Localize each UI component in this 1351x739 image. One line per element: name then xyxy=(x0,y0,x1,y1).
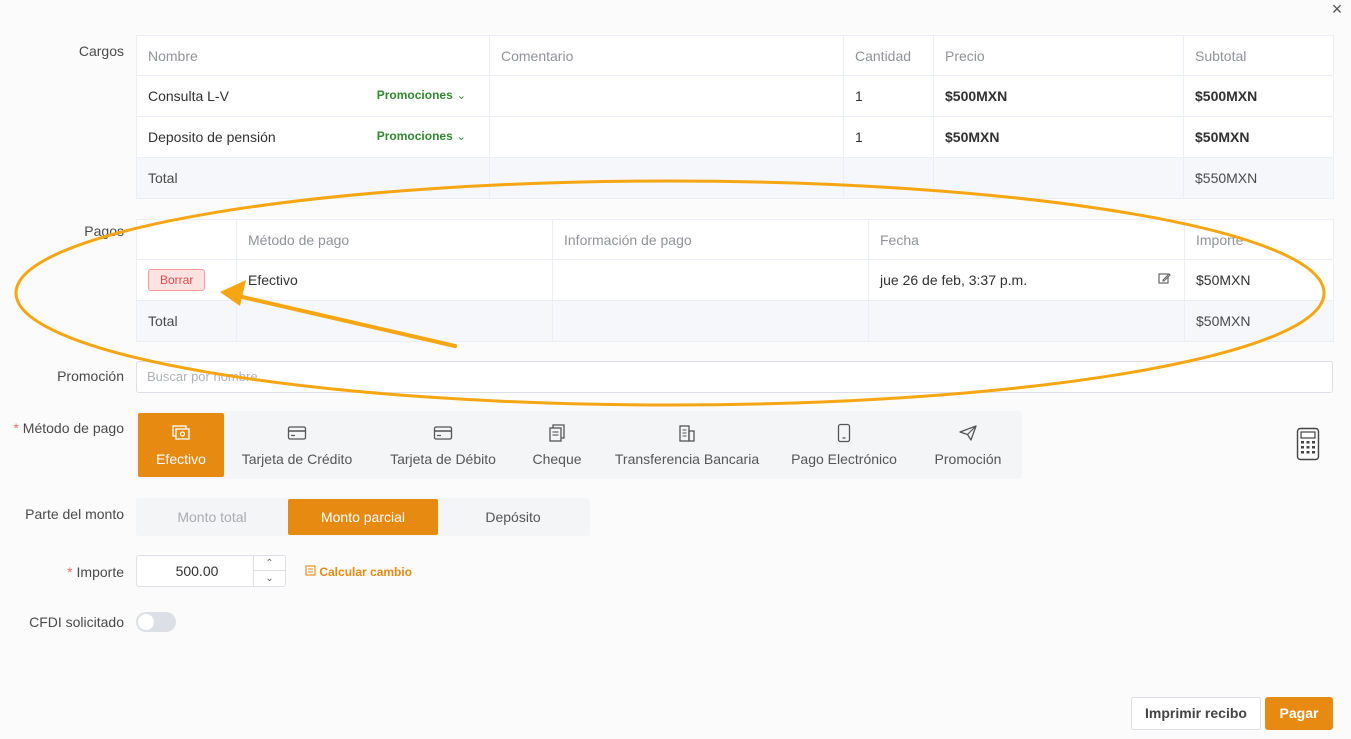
pagos-header-row: Método de pago Información de pago Fecha… xyxy=(136,219,1334,260)
cell-comentario[interactable] xyxy=(489,75,844,117)
cell-nombre: Consulta L-V Promociones ⌄ xyxy=(136,75,490,117)
pagos-total-row: Total $50MXN xyxy=(136,300,1334,342)
total-value: $550MXN xyxy=(1183,157,1334,199)
promociones-dropdown[interactable]: Promociones ⌄ xyxy=(377,88,466,102)
col-fecha: Fecha xyxy=(868,219,1185,260)
method-pago-electronico[interactable]: Pago Electrónico xyxy=(782,413,906,477)
cell-nombre: Deposito de pensión Promociones ⌄ xyxy=(136,116,490,158)
item-name: Deposito de pensión xyxy=(148,129,276,145)
pagar-button[interactable]: Pagar xyxy=(1265,697,1333,730)
imprimir-recibo-button[interactable]: Imprimir recibo xyxy=(1131,697,1261,730)
cell-cantidad: 1 xyxy=(843,75,934,117)
promocion-search-input[interactable]: Buscar por nombre xyxy=(136,361,1333,393)
importe-input[interactable]: 500.00 xyxy=(137,556,257,586)
total-label: Total xyxy=(136,157,490,199)
increment-icon[interactable]: ⌃ xyxy=(254,556,285,571)
credit-card-icon xyxy=(232,421,362,445)
cell-comentario[interactable] xyxy=(489,116,844,158)
bank-icon xyxy=(606,421,768,445)
cargos-total-row: Total $550MXN xyxy=(136,157,1334,199)
col-importe: Importe xyxy=(1184,219,1334,260)
cell-info xyxy=(552,259,869,301)
method-promocion[interactable]: Promoción xyxy=(918,413,1018,477)
cell-precio: $500MXN xyxy=(933,75,1184,117)
decrement-icon[interactable]: ⌄ xyxy=(254,571,285,586)
seg-monto-parcial[interactable]: Monto parcial xyxy=(288,499,438,535)
cheque-icon xyxy=(518,421,596,445)
method-tarjeta-debito[interactable]: Tarjeta de Débito xyxy=(376,413,510,477)
cell-importe: $50MXN xyxy=(1184,259,1334,301)
promocion-label: Promoción xyxy=(57,368,124,384)
calculator-small-icon xyxy=(305,565,316,579)
chevron-down-icon: ⌄ xyxy=(456,131,466,143)
col-nombre: Nombre xyxy=(136,35,490,76)
seg-monto-total[interactable]: Monto total xyxy=(138,499,286,535)
col-precio: Precio xyxy=(933,35,1184,76)
debit-card-icon xyxy=(376,421,510,445)
cash-icon xyxy=(138,421,224,445)
total-value: $50MXN xyxy=(1184,300,1334,342)
calculator-icon[interactable] xyxy=(1296,427,1320,461)
col-metodo: Método de pago xyxy=(236,219,553,260)
calcular-cambio-link[interactable]: Calcular cambio xyxy=(305,565,412,579)
edit-icon[interactable] xyxy=(1158,272,1171,288)
table-row: Borrar Efectivo jue 26 de feb, 3:37 p.m.… xyxy=(136,259,1334,301)
cargos-table: Nombre Comentario Cantidad Precio Subtot… xyxy=(136,35,1334,199)
cell-subtotal: $500MXN xyxy=(1183,75,1334,117)
cell-subtotal: $50MXN xyxy=(1183,116,1334,158)
table-row: Consulta L-V Promociones ⌄ 1 $500MXN $500… xyxy=(136,75,1334,117)
item-name: Consulta L-V xyxy=(148,88,229,104)
promociones-label: Promociones xyxy=(376,129,453,143)
method-cheque[interactable]: Cheque xyxy=(518,413,596,477)
chevron-down-icon: ⌄ xyxy=(456,90,466,102)
close-icon[interactable]: × xyxy=(1326,0,1348,18)
cfdi-label: CFDI solicitado xyxy=(29,614,124,630)
fecha-text: jue 26 de feb, 3:37 p.m. xyxy=(880,272,1028,288)
col-subtotal: Subtotal xyxy=(1183,35,1334,76)
promociones-dropdown[interactable]: Promociones ⌄ xyxy=(377,129,466,143)
col-comentario: Comentario xyxy=(489,35,844,76)
col-cantidad: Cantidad xyxy=(843,35,934,76)
send-icon xyxy=(918,421,1018,445)
seg-deposito[interactable]: Depósito xyxy=(438,499,588,535)
importe-stepper: 500.00 ⌃ ⌄ xyxy=(136,555,286,587)
promociones-label: Promociones xyxy=(376,88,453,102)
table-row: Deposito de pensión Promociones ⌄ 1 $50MX… xyxy=(136,116,1334,158)
method-efectivo[interactable]: Efectivo xyxy=(138,413,224,477)
cell-precio: $50MXN xyxy=(933,116,1184,158)
cell-cantidad: 1 xyxy=(843,116,934,158)
col-action xyxy=(136,219,237,260)
cell-metodo: Efectivo xyxy=(236,259,553,301)
method-tarjeta-credito[interactable]: Tarjeta de Crédito xyxy=(232,413,362,477)
cargos-label: Cargos xyxy=(78,43,124,59)
cfdi-toggle[interactable] xyxy=(136,612,176,632)
pagos-label: Pagos xyxy=(84,223,124,239)
phone-icon xyxy=(782,421,906,445)
cell-fecha: jue 26 de feb, 3:37 p.m. xyxy=(868,259,1185,301)
parte-monto-label: Parte del monto xyxy=(25,506,124,522)
borrar-button[interactable]: Borrar xyxy=(148,269,206,291)
payment-method-selector: Efectivo Tarjeta de Crédito Tarjeta de D… xyxy=(136,411,1022,479)
metodo-pago-label: * Método de pago xyxy=(13,420,124,436)
col-info: Información de pago xyxy=(552,219,869,260)
amount-part-selector: Monto total Monto parcial Depósito xyxy=(136,498,590,536)
total-label: Total xyxy=(136,300,237,342)
cargos-header-row: Nombre Comentario Cantidad Precio Subtot… xyxy=(136,35,1334,76)
importe-label: * Importe xyxy=(67,564,124,580)
pagos-table: Método de pago Información de pago Fecha… xyxy=(136,219,1334,342)
method-transferencia[interactable]: Transferencia Bancaria xyxy=(606,413,768,477)
